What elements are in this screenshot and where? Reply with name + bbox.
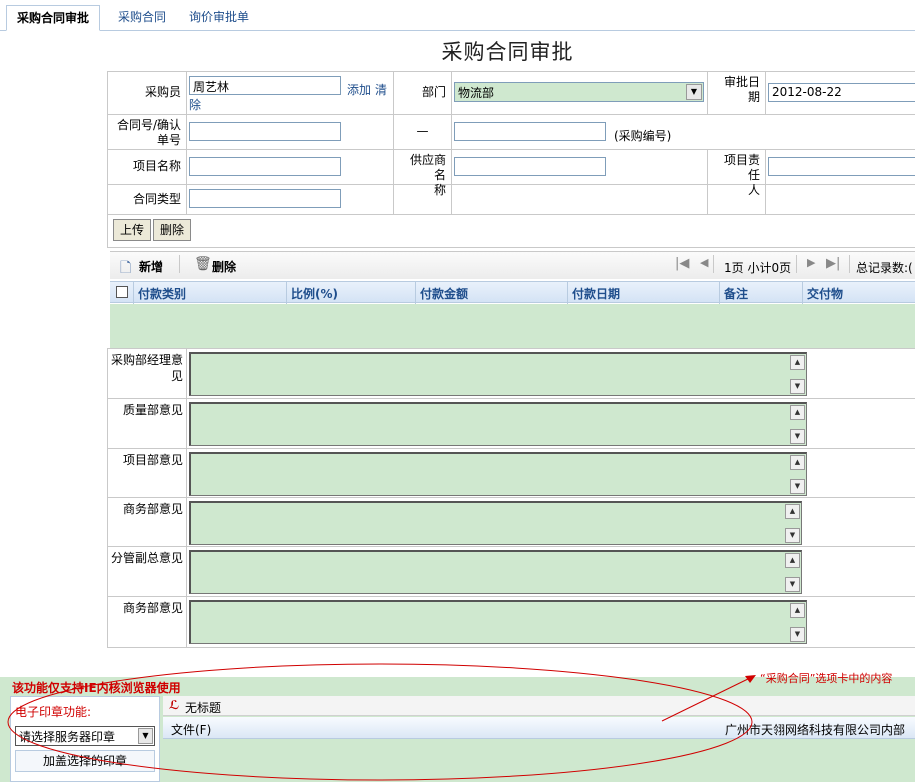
annotation-ellipse [7,663,753,781]
annotation-arrow-line [661,676,753,722]
annotation-arrow-head [745,675,756,683]
annotation-overlay [7,663,756,781]
